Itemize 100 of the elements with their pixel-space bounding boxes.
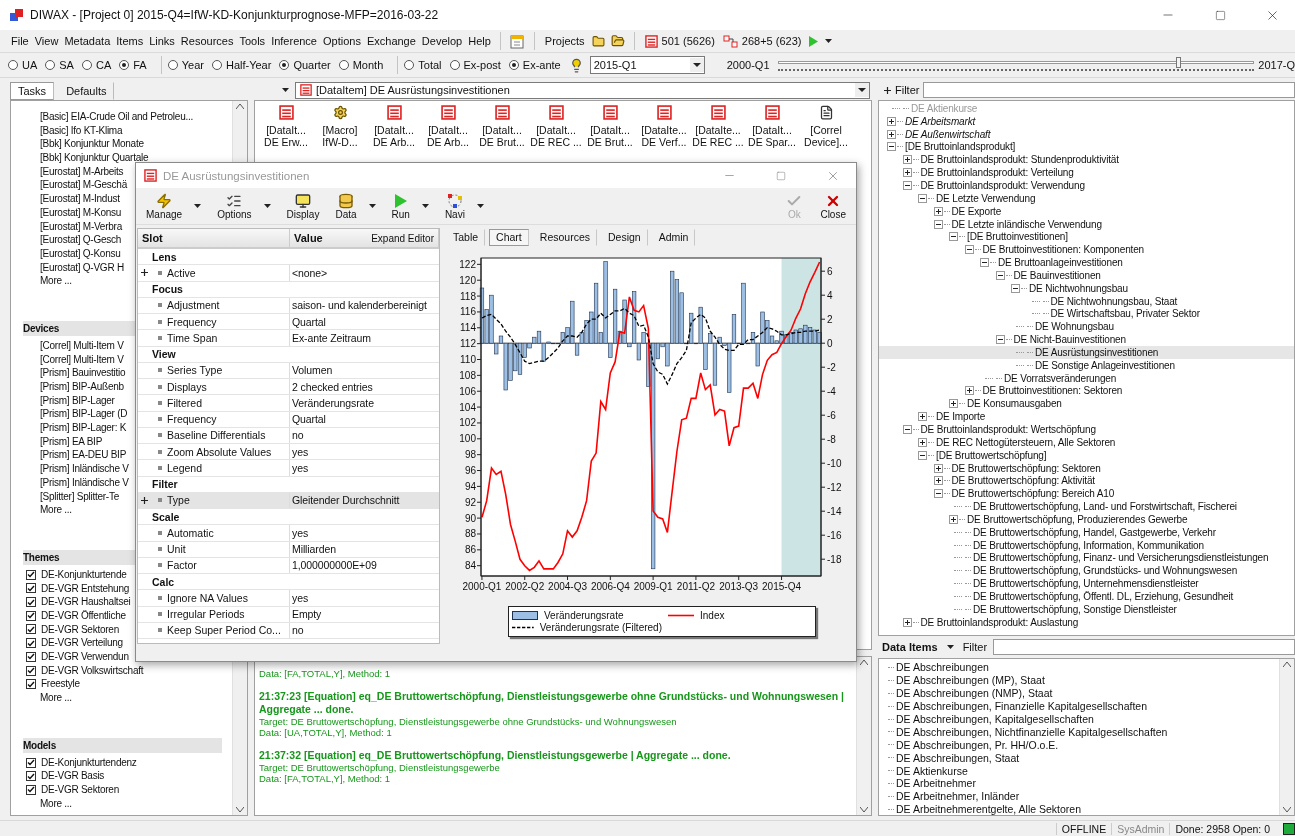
property-name: Active bbox=[167, 266, 196, 279]
axis-label: -4 bbox=[827, 385, 836, 397]
property-value: yes bbox=[291, 591, 310, 604]
property-name: Displays bbox=[167, 380, 207, 393]
tree-label: DE Sonstige Anlageinvestitionen bbox=[1035, 359, 1175, 371]
property-value: Volumen bbox=[291, 364, 334, 377]
axis-label: 0 bbox=[827, 337, 833, 349]
property-name: Filtered bbox=[167, 396, 202, 409]
axis-label: -8 bbox=[827, 433, 836, 445]
axis-label: 2013-Q3 bbox=[719, 581, 759, 592]
property-value: no bbox=[291, 624, 305, 637]
axis-label: 114 bbox=[460, 322, 476, 334]
axis-label: -14 bbox=[827, 505, 842, 517]
axis-label: 2004-Q3 bbox=[548, 581, 587, 592]
axis-label: 118 bbox=[460, 290, 476, 302]
tree-label: DE Aktienkurse bbox=[911, 102, 978, 114]
axis-label: 2 bbox=[827, 313, 833, 325]
log-line: Target: DE Bruttowertschöpfung, Dienstleistungsgewerbe ohne Grundstücks- und Wohnungswesen bbox=[259, 716, 678, 727]
tree-label: DE Bruttowertschöpfung, Öffentl. DL, Erziehung, Gesundheit bbox=[973, 591, 1234, 602]
tree-label: DE Bruttowertschöpfung, Sonstige Dienstleister bbox=[973, 603, 1177, 615]
property-value: Quartal bbox=[291, 315, 327, 328]
radio-label: Quarter bbox=[293, 59, 331, 71]
axis-label: 120 bbox=[459, 274, 476, 286]
tree-label: DE Konsumausgaben bbox=[967, 398, 1062, 410]
property-value: 1,000000000E+09 bbox=[291, 559, 378, 572]
tree-label: DE Nichtwohnungsbau bbox=[1029, 282, 1128, 294]
tree-label: DE Bruttowertschöpfung, Unternehmensdienstleister bbox=[973, 578, 1199, 590]
column-header: Slot bbox=[142, 232, 163, 244]
axis-label: 6 bbox=[827, 265, 833, 277]
range-end-label: 2017-Q bbox=[1258, 59, 1295, 71]
axis-label: -18 bbox=[827, 553, 842, 565]
tree-label: DE Wirtschaftsbau, Privater Sektor bbox=[1050, 308, 1200, 320]
property-value: Ex-ante Zeitraum bbox=[291, 331, 372, 344]
axis-label: 110 bbox=[460, 354, 476, 365]
axis-label: 112 bbox=[460, 338, 476, 350]
user-name: SysAdmin bbox=[1111, 822, 1170, 835]
axis-label: 106 bbox=[459, 385, 476, 397]
property-name: Frequency bbox=[167, 413, 217, 426]
axis-label: 84 bbox=[464, 560, 476, 572]
range-start-label: 2000-Q1 bbox=[726, 59, 770, 71]
axis-label: 2009-Q1 bbox=[633, 581, 673, 592]
property-name: Type bbox=[167, 494, 190, 507]
tree-label: DE Vorratsveränderungen bbox=[1004, 372, 1117, 384]
tree-label: DE Bruttowertschöpfung: Bereich A10 bbox=[951, 488, 1115, 500]
progress-status: Done: 2958 Open: 0 bbox=[1169, 822, 1275, 835]
property-value: Empty bbox=[291, 608, 323, 621]
tree-label: DE REC Nettogütersteuern, Alle Sektoren bbox=[936, 436, 1116, 448]
tree-label: DE Bruttoinvestitionen: Sektoren bbox=[982, 385, 1123, 397]
property-name: Automatic bbox=[167, 526, 214, 539]
tree-label: DE Bruttowertschöpfung, Produzierendes Gewerbe bbox=[967, 513, 1188, 525]
tree-label: DE Nicht-Bauinvestitionen bbox=[1013, 334, 1126, 346]
axis-label: 122 bbox=[459, 258, 476, 270]
property-value: <none> bbox=[291, 266, 329, 279]
property-name: Adjustment bbox=[167, 299, 220, 312]
log-line: Data: [UA,TOTAL,Y], Method: 1 bbox=[259, 727, 393, 738]
property-value: Quartal bbox=[291, 413, 327, 426]
property-value: yes bbox=[291, 461, 310, 474]
checkbox-label: DE-VGR Öffentliche bbox=[41, 608, 126, 623]
radio-label: CA bbox=[95, 59, 112, 71]
filter-label: Filter bbox=[962, 641, 988, 653]
checkbox-label: DE-VGR Entstehung bbox=[41, 581, 129, 596]
tree-label: DE Bauinvestitionen bbox=[1013, 269, 1101, 281]
property-value: Veränderungsrate bbox=[291, 396, 375, 409]
axis-label: 2002-Q2 bbox=[505, 581, 545, 592]
property-name: Ignore NA Values bbox=[167, 591, 248, 604]
axis-label: 102 bbox=[459, 417, 476, 429]
section-header: Models bbox=[23, 737, 222, 753]
tree-label: DE Arbeitsmarkt bbox=[905, 115, 976, 127]
property-name: Series Type bbox=[167, 364, 223, 377]
checkbox-label: DE-VGR Sektoren bbox=[41, 783, 119, 797]
log-line: Data: [FA,TOTAL,Y], Method: 1 bbox=[259, 773, 392, 784]
property-value: Gleitender Durchschnitt bbox=[291, 494, 401, 507]
legend-label: Veränderungsrate bbox=[544, 610, 624, 621]
axis-label: -16 bbox=[827, 529, 842, 541]
tree-label: DE Importe bbox=[936, 411, 986, 423]
log-heading: 21:37:32 [Equation] eq_DE Bruttowertschöpfung, Dienstleistungsgewerbe | Aggregate ... done. bbox=[259, 749, 732, 762]
tree-label: DE Ausrüstungsinvestitionen bbox=[1035, 346, 1159, 358]
window-title: DIWAX - [Project 0] 2015-Q4=IfW-KD-Konjunkturprognose-MFP=2016-03-22 bbox=[30, 8, 439, 22]
axis-label: -2 bbox=[827, 361, 836, 373]
radio-label: Ex-post bbox=[463, 59, 501, 71]
tree-label: DE Exporte bbox=[951, 205, 1002, 217]
tree-label: DE Nichtwohnungsbau, Staat bbox=[1050, 295, 1178, 307]
checkbox-label: Freestyle bbox=[41, 677, 80, 692]
axis-label: 92 bbox=[464, 496, 476, 508]
tree-label: DE Bruttowertschöpfung, Handel, Gastgewerbe, Verkehr bbox=[973, 526, 1216, 538]
radio-label: Half-Year bbox=[225, 59, 272, 71]
legend-label: Veränderungsrate (Filtered) bbox=[539, 622, 662, 633]
tree-label: DE Bruttowertschöpfung: Aktivität bbox=[951, 475, 1095, 487]
checkbox-label: DE-VGR Volkswirtschaft bbox=[41, 663, 144, 678]
tree-label: DE Bruttoinlandsprodukt: Wertschöpfung bbox=[920, 424, 1096, 435]
axis-label: 108 bbox=[459, 369, 476, 381]
property-value: no bbox=[291, 429, 305, 442]
property-name: Legend bbox=[167, 461, 203, 474]
property-value: Milliarden bbox=[291, 543, 337, 556]
radio-label: FA bbox=[133, 59, 147, 71]
radio-label: Total bbox=[418, 59, 442, 71]
tree-label: DE Bruttoinvestitionen: Komponenten bbox=[982, 244, 1145, 256]
dialog-title: DE Ausrüstungsinvestitionen bbox=[163, 169, 310, 182]
tree-label: DE Bruttowertschöpfung, Land- und Forstwirtschaft, Fischerei bbox=[973, 501, 1237, 513]
property-name: Baseline Differentials bbox=[167, 429, 266, 442]
